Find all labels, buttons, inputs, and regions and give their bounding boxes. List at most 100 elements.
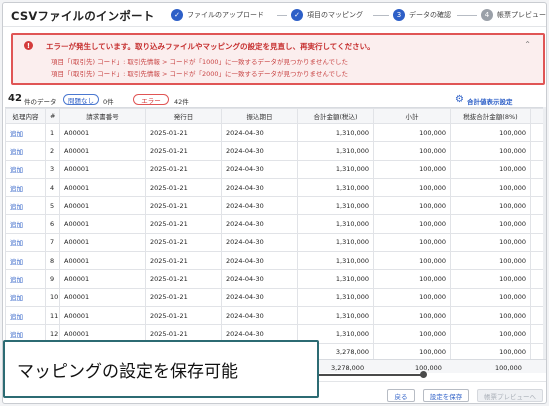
step-label: 帳票プレビュー: [497, 11, 546, 19]
table-cell: 2025-01-21: [145, 305, 222, 326]
back-button[interactable]: 戻る: [387, 389, 415, 402]
table-row: 追加 10 A00001 2025-01-21 2024-04-30 1,310,000 1…: [5, 287, 546, 307]
column-header: 処理内容: [5, 108, 46, 124]
table-cell: 2024-04-30: [221, 196, 298, 216]
step-connector: [277, 15, 287, 16]
dialog-header: CSVファイルのインポート ✓ ファイルのアップロード ✓ 項目のマッピング 3…: [3, 3, 546, 27]
table-scrollbar[interactable]: [543, 107, 546, 359]
table-cell: 6: [45, 214, 60, 234]
total-amount: 3,278,000: [331, 364, 365, 372]
table-cell: 1,310,000: [297, 305, 374, 326]
step-preview: 4 帳票プレビュー: [481, 8, 546, 22]
table-cell: 11: [45, 305, 60, 326]
step-file-upload: ✓ ファイルのアップロード: [171, 8, 264, 22]
gear-icon[interactable]: ⚙: [455, 95, 465, 105]
action-link[interactable]: 追加: [5, 232, 46, 253]
table-cell: 100,000: [450, 324, 531, 344]
table-cell: 2024-04-30: [221, 269, 298, 289]
table-cell: 100,000: [450, 141, 531, 161]
data-count-unit: 件のデータ: [24, 98, 57, 106]
table-row: 追加 3 A00001 2025-01-21 2024-04-30 1,310,000 10…: [5, 159, 546, 179]
table-cell: 100,000: [450, 159, 531, 179]
table-cell: A00001: [59, 232, 146, 253]
table-cell: 2024-04-30: [221, 287, 298, 307]
step-data-check: 3 データの確認: [393, 8, 451, 22]
step-mapping: ✓ 項目のマッピング: [291, 8, 363, 22]
table-cell: 100,000: [450, 177, 531, 198]
table-cell: 2025-01-21: [145, 214, 222, 234]
filter-error-button[interactable]: エラー: [133, 94, 169, 105]
table-cell: 100,000: [373, 159, 451, 179]
action-link[interactable]: 追加: [5, 251, 46, 271]
table-cell: 100,000: [373, 141, 451, 161]
check-icon: ✓: [171, 9, 183, 21]
data-table-container[interactable]: 処理内容 # 請求書番号 発行日 振込期日 合計金額(税込) 小計 税抜合計金額…: [5, 107, 546, 359]
table-cell: 1,310,000: [297, 269, 374, 289]
table-cell: 100,000: [373, 251, 451, 271]
table-cell: 100,000: [450, 287, 531, 307]
action-link[interactable]: 追加: [5, 287, 46, 307]
table-cell: A00001: [59, 141, 146, 161]
table-cell: 2025-01-21: [145, 232, 222, 253]
table-cell: 1,310,000: [297, 159, 374, 179]
data-summary: 42 件のデータ 問題なし 0件 エラー 42件 ⚙ 合計値表示設定: [3, 93, 546, 107]
table-cell: 1,310,000: [297, 232, 374, 253]
table-cell: 10: [45, 287, 60, 307]
table-row: 追加 6 A00001 2025-01-21 2024-04-30 1,310,000 10…: [5, 214, 546, 234]
action-link[interactable]: 追加: [5, 214, 46, 234]
table-cell: 100,000: [450, 251, 531, 271]
table-row: 追加 4 A00001 2025-01-21 2024-04-30 1,310,000 10…: [5, 177, 546, 198]
step-connector: [457, 15, 477, 16]
save-settings-button[interactable]: 設定を保存: [423, 389, 469, 402]
action-link[interactable]: 追加: [5, 141, 46, 161]
preview-button[interactable]: 帳票プレビューへ: [477, 389, 543, 402]
column-header: 請求書番号: [59, 108, 146, 124]
action-link[interactable]: 追加: [5, 305, 46, 326]
table-row: 追加 5 A00001 2025-01-21 2024-04-30 1,310,000 10…: [5, 196, 546, 216]
table-row: 追加 7 A00001 2025-01-21 2024-04-30 1,310,000 10…: [5, 232, 546, 253]
action-link[interactable]: 追加: [5, 177, 46, 198]
table-cell: 100,000: [450, 122, 531, 143]
action-link[interactable]: 追加: [5, 269, 46, 289]
table-cell: 2: [45, 141, 60, 161]
table-cell: 100,000: [373, 196, 451, 216]
total-display-settings-link[interactable]: 合計値表示設定: [467, 96, 513, 106]
table-cell: A00001: [59, 159, 146, 179]
column-header: 発行日: [145, 108, 222, 124]
table-cell: 2024-04-30: [221, 251, 298, 271]
total-tax-excl: 100,000: [495, 364, 522, 372]
table-cell: 4: [45, 177, 60, 198]
error-count: 42件: [174, 98, 189, 106]
step-number: 3: [393, 9, 405, 21]
table-cell: 1,310,000: [297, 196, 374, 216]
table-cell: 1,310,000: [297, 141, 374, 161]
check-icon: ✓: [291, 9, 303, 21]
action-link[interactable]: 追加: [5, 159, 46, 179]
table-cell: A00001: [59, 269, 146, 289]
table-cell: 100,000: [373, 214, 451, 234]
alert-detail: 項目「(取引先) コード」: 取引先情報 > コードが「1000」に一致するデー…: [51, 58, 348, 66]
table-cell: 2024-04-30: [221, 214, 298, 234]
table-header-row: 処理内容 # 請求書番号 発行日 振込期日 合計金額(税込) 小計 税抜合計金額…: [5, 108, 546, 124]
table-row: 追加 1 A00001 2025-01-21 2024-04-30 1,310,000 10…: [5, 122, 546, 143]
table-cell: 100,000: [373, 269, 451, 289]
table-cell: 100,000: [373, 342, 451, 359]
alert-detail: 項目「(取引先) コード」: 取引先情報 > コードが「2000」に一致するデー…: [51, 70, 348, 78]
column-header: 合計金額(税込): [297, 108, 374, 124]
chevron-up-icon[interactable]: ⌃: [524, 40, 531, 49]
column-header: 税抜合計金額(8%): [450, 108, 531, 124]
action-link[interactable]: 追加: [5, 122, 46, 143]
filter-ok-button[interactable]: 問題なし: [63, 94, 99, 105]
table-cell: 1,310,000: [297, 287, 374, 307]
table-cell: A00001: [59, 122, 146, 143]
table-row: 追加 8 A00001 2025-01-21 2024-04-30 1,310,000 10…: [5, 251, 546, 271]
table-cell: 2025-01-21: [145, 122, 222, 143]
table-cell: 2025-01-21: [145, 196, 222, 216]
table-cell: 100,000: [450, 342, 531, 359]
action-link[interactable]: 追加: [5, 196, 46, 216]
error-alert: ! エラーが発生しています。取り込みファイルやマッピングの設定を見直し、再実行し…: [11, 33, 545, 85]
table-cell: 2025-01-21: [145, 159, 222, 179]
step-connector: [373, 15, 389, 16]
table-cell: 2025-01-21: [145, 141, 222, 161]
page-title: CSVファイルのインポート: [11, 9, 155, 23]
